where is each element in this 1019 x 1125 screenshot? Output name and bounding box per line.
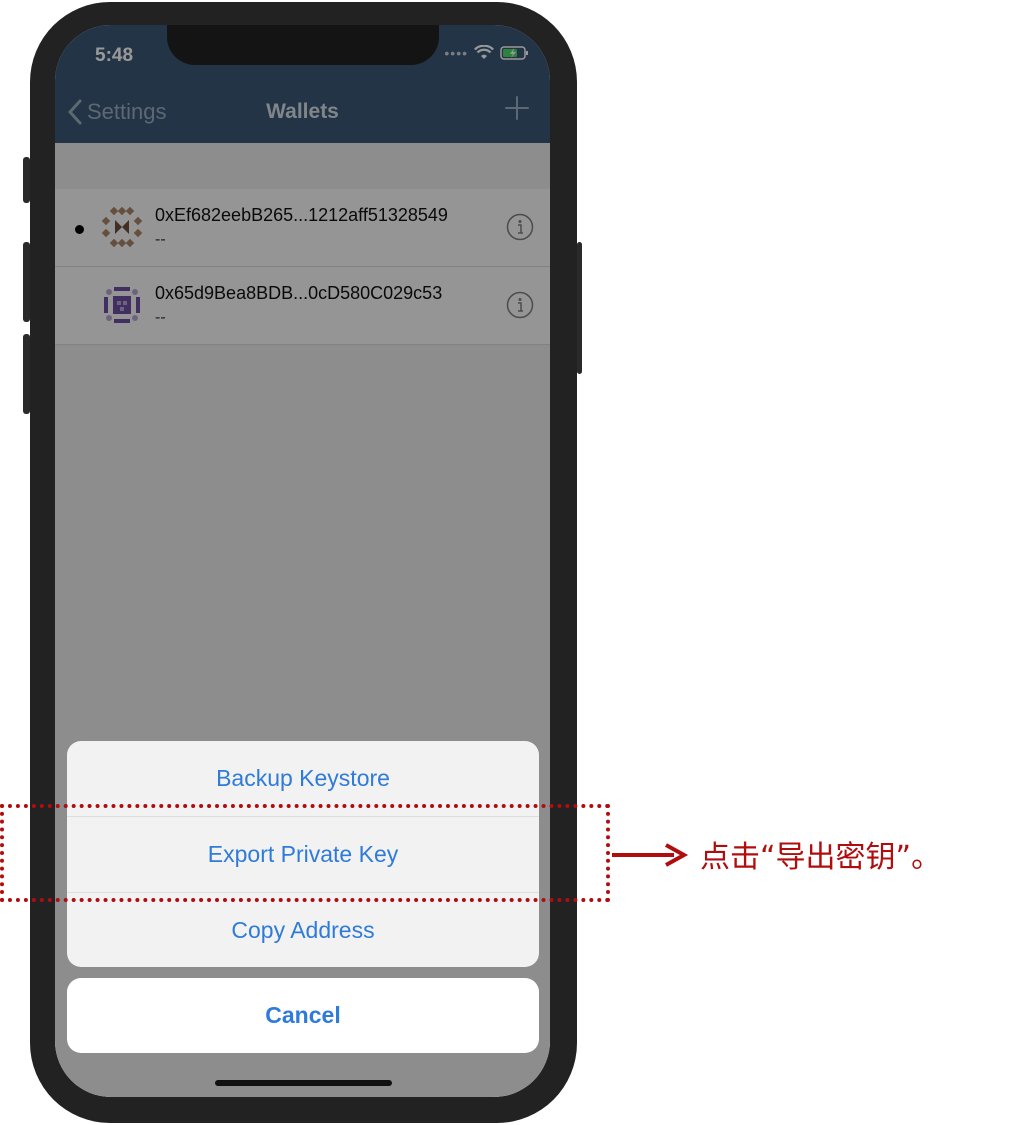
cancel-button[interactable]: Cancel	[67, 978, 539, 1053]
highlight-box	[0, 804, 610, 902]
copy-address-button[interactable]: Copy Address	[67, 893, 539, 967]
phone-screen: 5:48 •••• Settings Wallets 0xEf682eebB26…	[55, 25, 550, 1097]
power-button	[577, 242, 582, 374]
mute-switch	[23, 157, 30, 203]
volume-up-button	[23, 242, 30, 322]
arrow-icon	[612, 843, 689, 867]
volume-down-button	[23, 334, 30, 414]
annotation-text: 点击“导出密钥”。	[700, 840, 942, 875]
home-indicator	[215, 1080, 392, 1086]
